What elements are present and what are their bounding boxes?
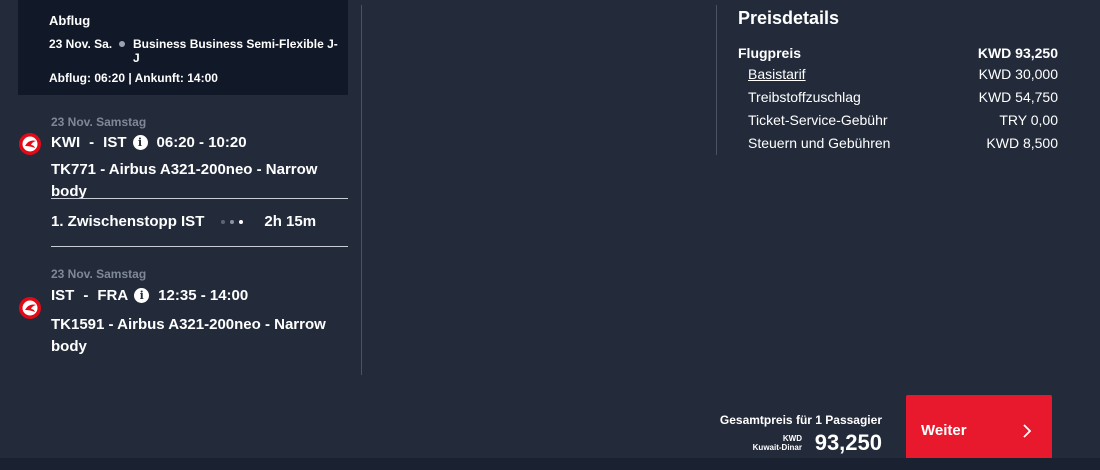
flight-summary-box: Abflug 23 Nov. Sa. Business Business Sem…: [18, 0, 348, 95]
currency-code: KWD: [782, 434, 802, 443]
bottom-bar: [0, 458, 1100, 470]
bullet-icon: [119, 41, 125, 47]
price-row-basistarif: Basistarif KWD 30,000: [748, 66, 1058, 82]
price-label: Treibstoffzuschlag: [748, 89, 861, 105]
segment-route: KWI - IST i 06:20 - 10:20: [51, 134, 247, 151]
price-row-service-fee: Ticket-Service-Gebühr TRY 0,00: [748, 112, 1058, 128]
segment-times: 06:20 - 10:20: [156, 134, 247, 151]
segment-route: IST - FRA i 12:35 - 14:00: [51, 287, 248, 304]
info-icon[interactable]: i: [132, 135, 148, 150]
route-dash: -: [83, 287, 89, 304]
segment-date: 23 Nov. Samstag: [51, 267, 147, 281]
turkish-airlines-logo-icon: [19, 133, 41, 155]
destination-code: IST: [103, 134, 127, 151]
route-dash: -: [89, 134, 95, 151]
currency-name: Kuwait-Dinar: [752, 443, 802, 452]
left-divider: [361, 5, 362, 375]
flight-details: TK771 - Airbus A321-200neo - Narrow body: [51, 161, 318, 200]
continue-label: Weiter: [921, 422, 967, 439]
divider-line: [51, 198, 348, 199]
stopover-row: 1. Zwischenstopp IST 2h 15m: [51, 213, 316, 230]
flight-details: TK1591 - Airbus A321-200neo - Narrow bod…: [51, 316, 326, 355]
dots-icon: [221, 219, 248, 224]
total-currency: KWD Kuwait-Dinar: [753, 434, 802, 452]
summary-times: Abflug: 06:20 | Ankunft: 14:00: [49, 71, 218, 85]
summary-title: Abflug: [49, 13, 91, 28]
basistarif-link[interactable]: Basistarif: [748, 66, 806, 82]
summary-fare: Business Business Semi-Flexible J-J: [133, 37, 338, 65]
continue-button[interactable]: Weiter: [906, 395, 1052, 466]
origin-code: IST: [51, 287, 75, 304]
segment-times: 12:35 - 14:00: [158, 287, 249, 304]
total-amount: 93,250: [814, 430, 882, 455]
price-value: KWD 93,250: [977, 45, 1058, 61]
price-details-title: Preisdetails: [738, 8, 840, 28]
price-value: KWD 8,500: [986, 135, 1058, 151]
segment-date: 23 Nov. Samstag: [51, 115, 147, 129]
stopover-label: 1. Zwischenstopp IST: [51, 213, 205, 230]
stopover-duration: 2h 15m: [264, 213, 317, 230]
price-value: KWD 54,750: [978, 89, 1058, 105]
price-divider: [716, 5, 717, 155]
chevron-right-icon: [1023, 423, 1032, 438]
turkish-airlines-logo-icon: [19, 297, 41, 319]
total-label: Gesamtpreis für 1 Passagier: [719, 413, 882, 427]
price-value: TRY 0,00: [999, 112, 1058, 128]
price-row-fuel: Treibstoffzuschlag KWD 54,750: [748, 89, 1058, 105]
price-label: Flugpreis: [738, 45, 802, 61]
price-value: KWD 30,000: [978, 66, 1058, 82]
price-label: Steuern und Gebühren: [748, 135, 891, 151]
destination-code: FRA: [97, 287, 129, 304]
divider-line: [51, 246, 348, 247]
price-row-taxes: Steuern und Gebühren KWD 8,500: [748, 135, 1058, 151]
origin-code: KWI: [51, 134, 81, 151]
price-label: Ticket-Service-Gebühr: [748, 112, 888, 128]
price-row-flugpreis: Flugpreis KWD 93,250: [738, 45, 1058, 61]
summary-date: 23 Nov. Sa.: [49, 37, 113, 51]
info-icon[interactable]: i: [134, 288, 150, 303]
